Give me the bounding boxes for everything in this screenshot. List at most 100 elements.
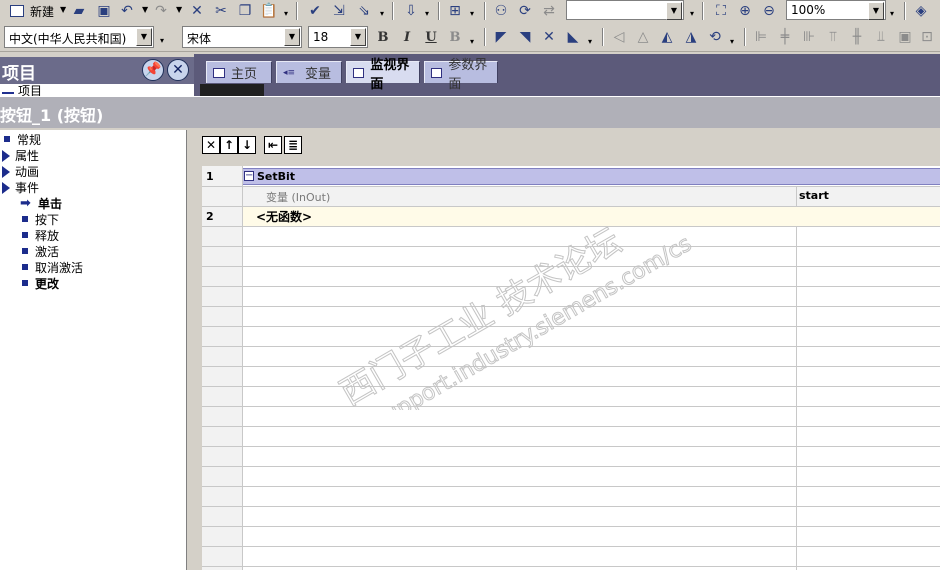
tab-monitor-screen[interactable]: 监视界面 bbox=[346, 58, 420, 92]
copy-icon[interactable]: ❐ bbox=[236, 2, 254, 20]
strikethrough-button[interactable]: B bbox=[446, 28, 464, 46]
bullet-icon bbox=[22, 280, 28, 286]
row-number: 1 bbox=[206, 170, 214, 183]
zoom-combo[interactable]: 100% ▼ bbox=[786, 0, 886, 20]
distribute-middle-icon[interactable]: ╫ bbox=[848, 28, 866, 46]
tree-item-press[interactable]: 按下 bbox=[22, 212, 59, 228]
expand-arrow-icon[interactable] bbox=[2, 166, 10, 178]
chevron-down-icon[interactable]: ▼ bbox=[868, 2, 884, 20]
function-row-setbit[interactable]: − SetBit bbox=[242, 168, 940, 185]
tree-item-general[interactable]: 常规 bbox=[4, 132, 41, 148]
undo-dropdown-icon[interactable]: ▼ bbox=[142, 5, 148, 14]
parameter-row[interactable]: 变量 (InOut) start bbox=[242, 186, 940, 206]
align-center-icon[interactable]: ✕ bbox=[540, 28, 558, 46]
bullet-icon bbox=[4, 136, 10, 142]
distribute-center-icon[interactable]: ╪ bbox=[776, 28, 794, 46]
save-icon[interactable]: ▣ bbox=[95, 2, 113, 20]
zoom-area-icon[interactable]: ⛶ bbox=[712, 2, 730, 20]
delete-function-button[interactable]: ✕ bbox=[202, 136, 220, 154]
tab-home[interactable]: 主页 bbox=[206, 61, 272, 83]
fill-color-icon[interactable]: ◈ bbox=[912, 2, 930, 20]
chevron-down-icon[interactable]: ▼ bbox=[350, 28, 366, 46]
project-pane-header: 项目 📌 ✕ bbox=[0, 57, 194, 84]
screen-icon bbox=[431, 67, 443, 78]
main-toolbar: 新建 ▼ ▰ ▣ ↶ ▼ ↷ ▼ ✕ ✂ ❐ 📋 ▾ ✔ ⇲ ⇘ ▾ ⇩ ▾ ⊞… bbox=[0, 0, 940, 22]
bullet-icon bbox=[22, 248, 28, 254]
language-combo[interactable]: 中文(中华人民共和国) ▼ bbox=[4, 26, 154, 48]
tab-parameter-screen[interactable]: 参数界面 bbox=[424, 58, 498, 92]
close-icon[interactable]: ✕ bbox=[167, 59, 189, 81]
open-folder-icon[interactable]: ▰ bbox=[70, 2, 88, 20]
redo-dropdown-icon[interactable]: ▼ bbox=[176, 5, 182, 14]
chevron-down-icon[interactable]: ▼ bbox=[284, 28, 300, 46]
same-width-icon[interactable]: ⊡ bbox=[918, 28, 936, 46]
screen-icon bbox=[213, 67, 225, 78]
tree-item-animation[interactable]: 动画 bbox=[2, 164, 39, 180]
underline-button[interactable]: U bbox=[422, 28, 440, 46]
distribute-left-icon[interactable]: ⊫ bbox=[752, 28, 770, 46]
undo-icon[interactable]: ↶ bbox=[118, 2, 136, 20]
expand-arrow-icon[interactable] bbox=[2, 150, 10, 162]
align-top-left-icon[interactable]: ◤ bbox=[492, 28, 510, 46]
network-icon[interactable]: ⊞ bbox=[446, 2, 464, 20]
check-icon[interactable]: ✔ bbox=[306, 2, 324, 20]
indent-button[interactable]: ≣ bbox=[284, 136, 302, 154]
tree-item-change[interactable]: 更改 bbox=[22, 276, 59, 292]
parameter-label: 变量 (InOut) bbox=[266, 191, 331, 204]
project-title: 项目 bbox=[2, 64, 36, 84]
tree-item-events[interactable]: 事件 bbox=[2, 180, 39, 196]
go-online-icon[interactable]: ⇄ bbox=[540, 2, 558, 20]
move-up-button[interactable]: ↑ bbox=[220, 136, 238, 154]
rotate-right-icon[interactable]: ◮ bbox=[682, 28, 700, 46]
cut-icon[interactable]: ✂ bbox=[212, 2, 230, 20]
download-icon[interactable]: ⇩ bbox=[402, 2, 420, 20]
no-function-placeholder[interactable]: <无函数> bbox=[256, 208, 312, 225]
pin-icon[interactable]: 📌 bbox=[142, 59, 164, 81]
new-dropdown-icon[interactable]: ▼ bbox=[60, 5, 66, 14]
paste-icon[interactable]: 📋 bbox=[260, 2, 278, 20]
flip-left-icon[interactable]: ◁ bbox=[610, 28, 628, 46]
flip-horizontal-icon[interactable]: △ bbox=[634, 28, 652, 46]
tree-item-click[interactable]: ➡ 单击 bbox=[20, 196, 62, 212]
tab-tags[interactable]: ◂≡ 变量 bbox=[276, 61, 342, 83]
bold-button[interactable]: B bbox=[374, 28, 392, 46]
rotate-left-icon[interactable]: ◭ bbox=[658, 28, 676, 46]
tree-item-deactivate[interactable]: 取消激活 bbox=[22, 260, 83, 276]
rotate-icon[interactable]: ⟲ bbox=[706, 28, 724, 46]
zoom-out-icon[interactable]: ⊖ bbox=[760, 2, 778, 20]
collapse-icon[interactable]: − bbox=[244, 171, 254, 181]
tree-item-activate[interactable]: 激活 bbox=[22, 244, 59, 260]
binoculars-icon[interactable]: ⚇ bbox=[492, 2, 510, 20]
align-bottom-icon[interactable]: ◣ bbox=[564, 28, 582, 46]
same-size-icon[interactable]: ▣ bbox=[896, 28, 914, 46]
move-down-button[interactable]: ↓ bbox=[238, 136, 256, 154]
refresh-icon[interactable]: ⟳ bbox=[516, 2, 534, 20]
chevron-down-icon[interactable]: ▼ bbox=[666, 2, 682, 20]
row-number: 2 bbox=[206, 210, 214, 223]
font-size-combo[interactable]: 18 ▼ bbox=[308, 26, 368, 48]
function-row-empty[interactable]: <无函数> bbox=[242, 206, 940, 226]
distribute-top-icon[interactable]: ⫪ bbox=[824, 28, 842, 46]
distribute-right-icon[interactable]: ⊪ bbox=[800, 28, 818, 46]
zoom-in-icon[interactable]: ⊕ bbox=[736, 2, 754, 20]
properties-tree: 常规 属性 动画 事件 ➡ 单击 按下 释放 激活 取消激活 更改 bbox=[0, 130, 187, 570]
new-button[interactable]: 新建 bbox=[4, 2, 60, 20]
tree-item-release[interactable]: 释放 bbox=[22, 228, 59, 244]
toolbar-empty-combo[interactable]: ▼ bbox=[566, 0, 684, 20]
properties-title: 按钮_1 (按钮) bbox=[0, 106, 104, 125]
italic-button[interactable]: I bbox=[398, 28, 416, 46]
project-tree-item[interactable]: 项目 bbox=[18, 84, 42, 96]
redo-icon[interactable]: ↷ bbox=[152, 2, 170, 20]
chevron-down-icon[interactable]: ▼ bbox=[136, 28, 152, 46]
compile-icon[interactable]: ⇲ bbox=[330, 2, 348, 20]
transfer-icon[interactable]: ⇘ bbox=[355, 2, 373, 20]
outdent-button[interactable]: ⇤ bbox=[264, 136, 282, 154]
delete-icon[interactable]: ✕ bbox=[188, 2, 206, 20]
parameter-value[interactable]: start bbox=[799, 189, 829, 202]
distribute-bottom-icon[interactable]: ⫫ bbox=[872, 28, 890, 46]
tree-item-attributes[interactable]: 属性 bbox=[2, 148, 39, 164]
collapse-arrow-icon[interactable] bbox=[2, 182, 10, 194]
font-combo[interactable]: 宋体 ▼ bbox=[182, 26, 302, 48]
align-top-right-icon[interactable]: ◥ bbox=[516, 28, 534, 46]
editor-tab-strip: 主页 ◂≡ 变量 监视界面 参数界面 bbox=[194, 54, 940, 96]
